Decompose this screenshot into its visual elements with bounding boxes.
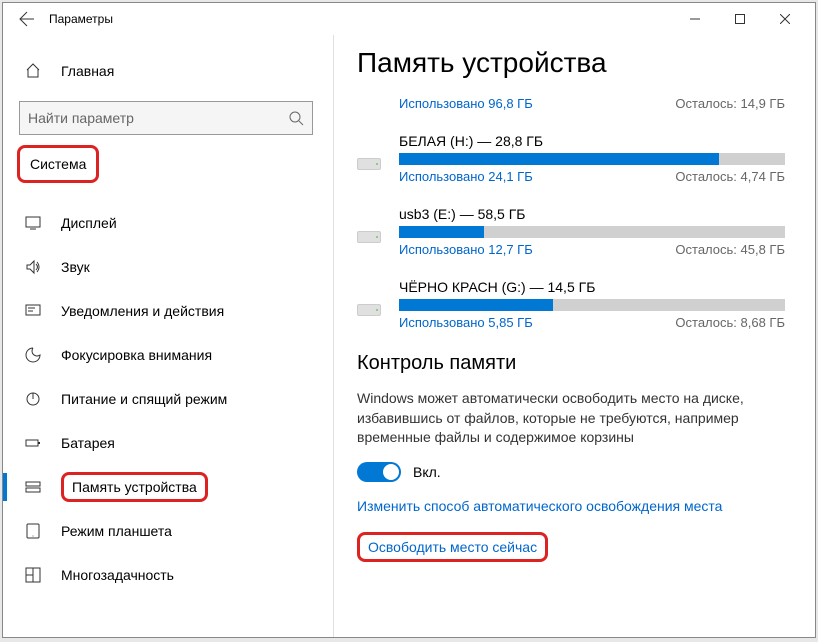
settings-window: Параметры Главная Найти параметр	[2, 2, 816, 638]
storage-sense-desc: Windows может автоматически освободить м…	[357, 389, 785, 448]
usage-bar	[399, 299, 785, 311]
nav-multitask[interactable]: Многозадачность	[13, 553, 323, 597]
focus-icon	[21, 347, 45, 363]
storage-sense-toggle[interactable]	[357, 462, 401, 482]
drive-system: Использовано 96,8 ГБ Осталось: 14,9 ГБ	[357, 85, 785, 111]
drive-name: usb3 (E:) — 58,5 ГБ	[399, 206, 785, 222]
storage-sense-heading: Контроль памяти	[357, 352, 785, 375]
nav-sound[interactable]: Звук	[13, 245, 323, 289]
used-link[interactable]: Использовано 96,8 ГБ	[399, 96, 533, 111]
remaining-label: Осталось: 45,8 ГБ	[675, 242, 785, 257]
used-link[interactable]: Использовано 12,7 ГБ	[399, 242, 533, 257]
drive-icon	[357, 304, 381, 316]
nav-focus[interactable]: Фокусировка внимания	[13, 333, 323, 377]
used-link[interactable]: Использовано 5,85 ГБ	[399, 315, 533, 330]
page-title: Память устройства	[357, 47, 785, 79]
tablet-icon	[21, 523, 45, 539]
drive-icon	[357, 231, 381, 243]
storage-icon	[21, 479, 45, 495]
nav-battery[interactable]: Батарея	[13, 421, 323, 465]
content-pane: Память устройства Использовано 96,8 ГБ О…	[333, 35, 815, 637]
window-title: Параметры	[49, 12, 672, 26]
close-button[interactable]	[762, 4, 807, 34]
multitask-icon	[21, 567, 45, 583]
power-icon	[21, 391, 45, 407]
minimize-button[interactable]	[672, 4, 717, 34]
nav-display[interactable]: Дисплей	[13, 201, 323, 245]
section-system[interactable]: Система	[17, 145, 99, 183]
maximize-button[interactable]	[717, 4, 762, 34]
drive-g: ЧЁРНО КРАСН (G:) — 14,5 ГБ Использовано …	[357, 279, 785, 330]
usage-bar	[399, 226, 785, 238]
sound-icon	[21, 259, 45, 275]
notifications-icon	[21, 303, 45, 319]
toggle-label: Вкл.	[413, 464, 441, 480]
search-placeholder: Найти параметр	[28, 110, 288, 126]
change-auto-free-link[interactable]: Изменить способ автоматического освобожд…	[357, 498, 722, 514]
drive-h: БЕЛАЯ (H:) — 28,8 ГБ Использовано 24,1 Г…	[357, 133, 785, 184]
sidebar: Главная Найти параметр Система Дисплей	[3, 35, 333, 637]
display-icon	[21, 215, 45, 231]
nav-notifications[interactable]: Уведомления и действия	[13, 289, 323, 333]
remaining-label: Осталось: 14,9 ГБ	[675, 96, 785, 111]
drive-name: ЧЁРНО КРАСН (G:) — 14,5 ГБ	[399, 279, 785, 295]
drive-icon	[357, 158, 381, 170]
home-link[interactable]: Главная	[13, 51, 323, 91]
drive-e: usb3 (E:) — 58,5 ГБ Использовано 12,7 ГБ…	[357, 206, 785, 257]
drive-name: БЕЛАЯ (H:) — 28,8 ГБ	[399, 133, 785, 149]
nav-tablet[interactable]: Режим планшета	[13, 509, 323, 553]
home-label: Главная	[61, 63, 114, 79]
remaining-label: Осталось: 4,74 ГБ	[675, 169, 785, 184]
battery-icon	[21, 435, 45, 451]
titlebar: Параметры	[3, 3, 815, 35]
usage-bar	[399, 153, 785, 165]
nav-storage[interactable]: Память устройства	[13, 465, 323, 509]
search-icon	[288, 110, 304, 126]
nav-power[interactable]: Питание и спящий режим	[13, 377, 323, 421]
back-button[interactable]	[11, 3, 43, 35]
search-input[interactable]: Найти параметр	[19, 101, 313, 135]
window-controls	[672, 4, 807, 34]
free-up-now-link[interactable]: Освободить место сейчас	[357, 532, 548, 562]
nav-list: Дисплей Звук Уведомления и действия Фоку…	[13, 201, 323, 597]
remaining-label: Осталось: 8,68 ГБ	[675, 315, 785, 330]
used-link[interactable]: Использовано 24,1 ГБ	[399, 169, 533, 184]
home-icon	[21, 63, 45, 79]
